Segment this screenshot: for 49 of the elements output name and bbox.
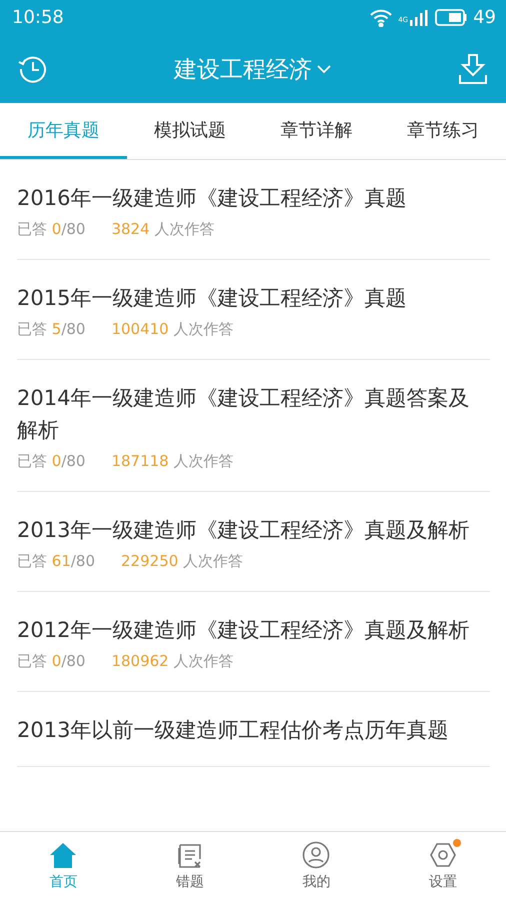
- tab[interactable]: 章节练习: [380, 103, 506, 159]
- answered-label: 已答: [17, 320, 48, 339]
- paper-title[interactable]: 2012年一级建造师《建设工程经济》真题及解析: [17, 614, 470, 646]
- question-total: /80: [61, 220, 86, 239]
- question-total: /80: [70, 552, 96, 571]
- paper-title[interactable]: 2015年一级建造师《建设工程经济》真题: [17, 282, 470, 314]
- caret-icon: [316, 64, 332, 74]
- answered-label: 已答: [17, 652, 48, 671]
- paper-title[interactable]: 2013年以前一级建造师工程估价考点历年真题: [17, 714, 470, 746]
- clock: 10:58: [12, 7, 64, 28]
- attempt-count: 180962: [111, 652, 170, 671]
- home-icon: [49, 841, 78, 869]
- tab[interactable]: 章节详解: [253, 103, 380, 159]
- nav-tab[interactable]: 错题: [126, 832, 253, 900]
- battery-level: 49: [473, 7, 496, 28]
- signal-icon: [409, 8, 430, 26]
- battery-icon: [435, 9, 468, 26]
- answered-count: 0: [52, 652, 62, 671]
- attempts-label: 人次作答: [154, 220, 214, 239]
- settings-icon: [428, 841, 457, 869]
- question-total: /80: [61, 652, 86, 671]
- attempt-count: 229250: [121, 552, 180, 571]
- attempts-label: 人次作答: [174, 652, 234, 671]
- attempts-label: 人次作答: [183, 552, 244, 571]
- wifi-icon: [370, 8, 392, 26]
- history-button[interactable]: [18, 54, 48, 84]
- answered-count: 0: [52, 220, 62, 239]
- user-icon: [302, 841, 330, 869]
- paper-title[interactable]: 2013年一级建造师《建设工程经济》真题及解析: [17, 514, 470, 546]
- paper-title[interactable]: 2016年一级建造师《建设工程经济》真题: [17, 182, 470, 214]
- attempt-count: 100410: [111, 320, 170, 339]
- answered-count: 0: [52, 452, 62, 471]
- nav-tab[interactable]: 设置: [380, 832, 506, 900]
- paper-title[interactable]: 2014年一级建造师《建设工程经济》真题答案及解析: [17, 382, 470, 446]
- answered-count: 5: [52, 320, 62, 339]
- tab[interactable]: 模拟试题: [126, 103, 253, 159]
- notes-icon: [176, 841, 204, 869]
- question-total: /80: [61, 452, 86, 471]
- download-button[interactable]: [458, 53, 488, 85]
- question-total: /80: [61, 320, 86, 339]
- attempts-label: 人次作答: [174, 452, 234, 471]
- answered-label: 已答: [17, 220, 48, 239]
- answered-count: 61: [52, 552, 71, 571]
- attempts-label: 人次作答: [174, 320, 234, 339]
- attempt-count: 3824: [111, 220, 151, 239]
- nav-tab[interactable]: 我的: [253, 832, 380, 900]
- answered-label: 已答: [17, 452, 48, 471]
- attempt-count: 187118: [111, 452, 170, 471]
- answered-label: 已答: [17, 552, 48, 571]
